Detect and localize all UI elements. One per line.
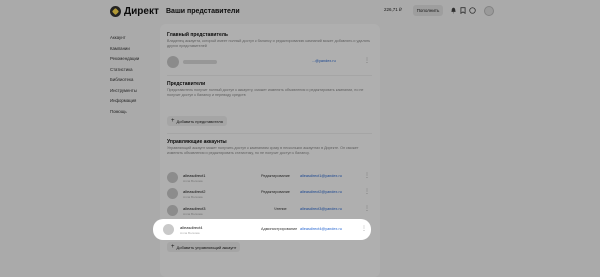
more-icon[interactable]: ⋮ bbox=[364, 206, 370, 212]
managing-account-row: alleasdirect2 Алла Волкова Редактировани… bbox=[167, 186, 372, 202]
account-role[interactable]: Редактирование bbox=[261, 174, 290, 178]
app: Директ Ваши представители 226,71 ₽ Попол… bbox=[0, 0, 600, 277]
logo-text: Директ bbox=[124, 6, 159, 17]
sidebar-item-account[interactable]: Аккаунт bbox=[110, 33, 139, 44]
sidebar: Аккаунт Кампании Рекомендации Статистика… bbox=[110, 33, 139, 117]
reps-description: Представитель получит полный доступ к ак… bbox=[167, 88, 364, 97]
divider bbox=[167, 75, 372, 76]
account-login: alleasdirect1 bbox=[183, 173, 206, 178]
help-icon[interactable] bbox=[468, 6, 476, 14]
main-rep-section: Главный представитель Владелец аккаунта,… bbox=[167, 32, 372, 49]
main-rep-title: Главный представитель bbox=[167, 32, 228, 38]
account-role[interactable]: Редактирование bbox=[261, 190, 290, 194]
managing-account-row: alleasdirect3 Алла Волкова Чтение alleas… bbox=[167, 203, 372, 219]
account-role[interactable]: Чтение bbox=[274, 207, 287, 211]
more-icon[interactable]: ⋮ bbox=[361, 226, 367, 232]
blurred-name bbox=[183, 60, 217, 64]
yandex-direct-logo-icon bbox=[110, 6, 121, 17]
main-rep-email[interactable]: ...@yandex.ru bbox=[312, 59, 336, 63]
sidebar-item-help[interactable]: Помощь bbox=[110, 107, 139, 118]
account-name: Алла Волкова bbox=[183, 195, 203, 199]
user-avatar[interactable] bbox=[484, 6, 494, 16]
avatar bbox=[167, 56, 179, 68]
top-bar: Директ Ваши представители 226,71 ₽ Попол… bbox=[0, 0, 600, 24]
divider bbox=[167, 133, 372, 134]
managing-title: Управляющие аккаунты bbox=[167, 139, 227, 145]
account-name: Алла Волкова bbox=[183, 179, 203, 183]
more-icon[interactable]: ⋮ bbox=[364, 173, 370, 179]
avatar bbox=[163, 224, 174, 235]
sidebar-item-campaigns[interactable]: Кампании bbox=[110, 44, 139, 55]
sidebar-item-info[interactable]: Информация bbox=[110, 96, 139, 107]
account-email[interactable]: alleasdirect3@yandex.ru bbox=[300, 207, 342, 211]
avatar bbox=[167, 172, 178, 183]
bell-icon[interactable] bbox=[449, 6, 457, 14]
account-name: Алла Волкова bbox=[183, 212, 203, 216]
bookmark-icon[interactable] bbox=[459, 6, 467, 14]
add-representative-label: Добавить представителя bbox=[176, 118, 223, 124]
avatar bbox=[167, 188, 178, 199]
account-email[interactable]: alleasdirect4@yandex.ru bbox=[300, 227, 342, 231]
more-icon[interactable]: ⋮ bbox=[364, 58, 370, 64]
managing-account-row: alleasdirect1 Алла Волкова Редактировани… bbox=[167, 170, 372, 186]
plus-icon: + bbox=[171, 118, 175, 124]
account-login: alleasdirect3 bbox=[183, 206, 206, 211]
account-name: Алла Волкова bbox=[180, 231, 200, 235]
managing-section: Управляющие аккаунты Управляющий аккаунт… bbox=[167, 139, 372, 156]
account-email[interactable]: alleasdirect2@yandex.ru bbox=[300, 190, 342, 194]
account-login: alleasdirect2 bbox=[183, 189, 206, 194]
sidebar-item-statistics[interactable]: Статистика bbox=[110, 65, 139, 76]
add-managing-account-button[interactable]: + Добавить управляющий аккаунт bbox=[167, 242, 241, 252]
managing-description: Управляющий аккаунт может получить досту… bbox=[167, 146, 359, 155]
add-managing-account-label: Добавить управляющий аккаунт bbox=[176, 244, 237, 250]
page-title: Ваши представители bbox=[166, 8, 240, 15]
highlighted-account-row[interactable]: alleasdirect4 Алла Волкова Администриров… bbox=[153, 219, 371, 240]
reps-section: Представители Представитель получит полн… bbox=[167, 81, 372, 98]
more-icon[interactable]: ⋮ bbox=[364, 189, 370, 195]
main-rep-row bbox=[167, 55, 179, 69]
account-role[interactable]: Администрирование bbox=[261, 227, 297, 231]
account-email[interactable]: alleasdirect1@yandex.ru bbox=[300, 174, 342, 178]
sidebar-item-tools[interactable]: Инструменты bbox=[110, 86, 139, 97]
sidebar-item-recommendations[interactable]: Рекомендации bbox=[110, 54, 139, 65]
main-rep-description: Владелец аккаунта, который имеет полный … bbox=[167, 39, 371, 48]
add-representative-button[interactable]: + Добавить представителя bbox=[167, 116, 227, 126]
topup-button[interactable]: Пополнить bbox=[413, 5, 443, 16]
logo[interactable]: Директ bbox=[110, 6, 159, 17]
account-login: alleasdirect4 bbox=[180, 225, 203, 230]
reps-title: Представители bbox=[167, 81, 206, 87]
avatar bbox=[167, 205, 178, 216]
balance: 226,71 ₽ bbox=[384, 7, 402, 12]
plus-icon: + bbox=[171, 244, 175, 250]
sidebar-item-library[interactable]: Библиотека bbox=[110, 75, 139, 86]
